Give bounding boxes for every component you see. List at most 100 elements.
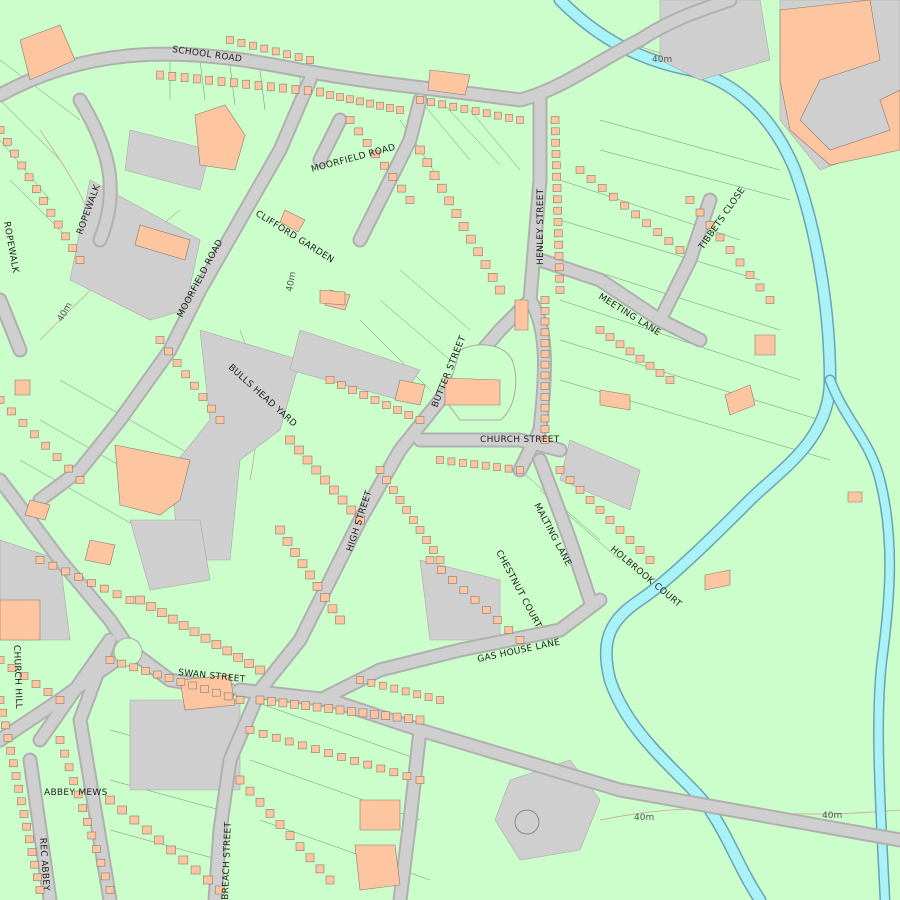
building — [552, 195, 562, 204]
building — [0, 721, 10, 730]
building — [427, 98, 435, 106]
map-canvas: SCHOOL ROAD MOORFIELD ROAD MOORFIELD ROA… — [0, 0, 900, 900]
building — [653, 228, 663, 236]
building — [255, 695, 265, 705]
building — [404, 714, 413, 723]
building — [168, 72, 177, 81]
building — [83, 817, 92, 826]
building — [675, 246, 685, 254]
building — [249, 41, 257, 50]
building — [428, 546, 438, 554]
building — [64, 763, 74, 772]
contour-label-1: 40m — [652, 55, 672, 65]
building — [458, 222, 469, 231]
building — [3, 734, 13, 742]
building — [389, 768, 399, 777]
building — [586, 175, 596, 183]
building — [550, 116, 560, 124]
building — [615, 340, 625, 349]
building — [470, 460, 479, 469]
building — [401, 687, 410, 696]
building — [393, 406, 402, 414]
building — [43, 688, 53, 696]
building — [337, 753, 346, 761]
building — [422, 158, 433, 167]
building — [480, 260, 491, 269]
building — [135, 595, 145, 605]
building — [460, 105, 469, 113]
building — [493, 463, 501, 471]
building — [30, 860, 40, 869]
building — [9, 759, 18, 768]
building — [608, 192, 618, 201]
building — [16, 797, 26, 806]
building — [55, 736, 65, 744]
building — [540, 317, 550, 326]
building — [291, 85, 300, 94]
building — [35, 556, 45, 564]
building — [436, 696, 444, 704]
building — [416, 96, 424, 104]
building — [436, 456, 444, 464]
building — [725, 246, 735, 254]
building — [645, 556, 655, 564]
building — [429, 171, 440, 180]
building — [190, 865, 201, 875]
building — [625, 536, 635, 544]
building — [405, 196, 415, 204]
building — [415, 776, 425, 784]
building — [540, 403, 550, 412]
building — [551, 161, 561, 170]
building — [358, 708, 368, 718]
building — [207, 404, 216, 413]
building — [295, 842, 305, 852]
building — [540, 425, 550, 434]
building — [260, 44, 269, 53]
building — [408, 516, 418, 524]
building — [305, 570, 315, 580]
building — [190, 381, 199, 390]
building — [320, 475, 330, 485]
building — [482, 109, 491, 118]
building — [415, 145, 425, 155]
building — [157, 608, 167, 618]
building — [356, 97, 364, 106]
building — [155, 336, 165, 344]
map-view[interactable]: SCHOOL ROAD MOORFIELD ROAD MOORFIELD ROA… — [0, 0, 900, 900]
building — [255, 797, 265, 807]
building — [87, 831, 97, 840]
building — [540, 371, 550, 380]
building — [345, 116, 355, 124]
building — [265, 808, 275, 818]
building — [552, 184, 562, 192]
building — [765, 296, 775, 304]
building — [642, 219, 652, 228]
building — [271, 733, 281, 742]
building — [402, 772, 412, 781]
building — [19, 810, 29, 818]
building — [335, 705, 345, 715]
building — [388, 486, 398, 494]
building — [60, 749, 69, 758]
building — [366, 99, 374, 108]
building — [320, 593, 330, 602]
building — [235, 775, 245, 785]
building — [402, 506, 412, 514]
building — [312, 702, 322, 712]
building — [316, 87, 324, 97]
building — [346, 95, 354, 104]
building — [29, 430, 39, 439]
building — [217, 77, 226, 86]
building — [505, 114, 513, 122]
building — [46, 208, 56, 217]
building — [413, 690, 421, 699]
building — [0, 656, 5, 664]
building — [379, 681, 387, 690]
building — [230, 78, 238, 88]
building — [78, 804, 87, 813]
building — [64, 464, 73, 473]
building — [555, 286, 565, 294]
building — [359, 391, 369, 399]
building — [24, 173, 34, 182]
building — [540, 382, 550, 391]
